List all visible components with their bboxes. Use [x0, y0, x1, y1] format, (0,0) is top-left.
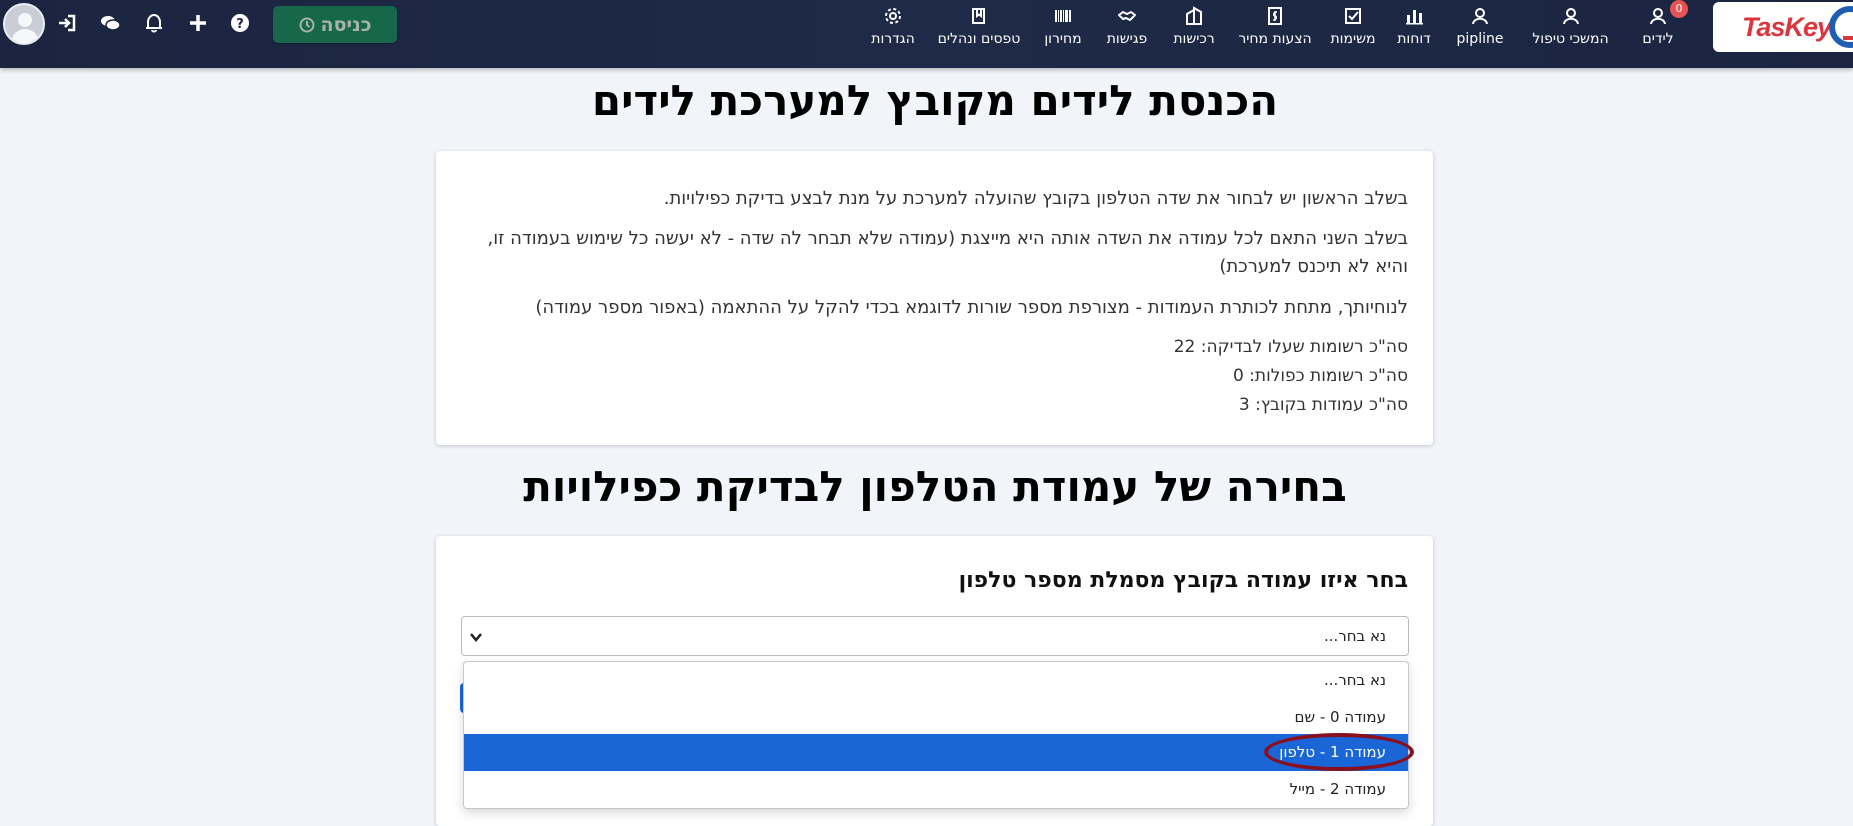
top-navbar: TasKey 0 לידים המשכי טיפול pipline דוחות…	[0, 0, 1853, 68]
nav-item-pipeline[interactable]: pipline	[1442, 0, 1518, 47]
nav-item-leads[interactable]: 0 לידים	[1623, 0, 1693, 47]
avatar-head	[18, 13, 32, 27]
avatar-body	[11, 29, 39, 43]
nav-item-tasks[interactable]: משימות	[1320, 0, 1386, 47]
select-current-value: נא בחר...	[1323, 627, 1386, 645]
instruction-note: לנוחיותך, מתחת לכותרת העמודות - מצורפת מ…	[535, 297, 1408, 318]
option-column-0-name[interactable]: עמודה 0 - שם	[464, 699, 1408, 736]
nav-item-pricelist[interactable]: מחירון	[1030, 0, 1096, 47]
stat-duplicate-records: סה"כ רשומות כפולות: 0	[1232, 366, 1408, 386]
svg-text:?: ?	[236, 17, 244, 32]
gear-icon	[885, 8, 901, 24]
stat-checked-records: סה"כ רשומות שעלו לבדיקה: 22	[1173, 337, 1408, 357]
brand-logo[interactable]: TasKey	[1713, 2, 1853, 52]
option-column-2-email[interactable]: עמודה 2 - מייל	[464, 771, 1408, 808]
checkbox-icon	[1345, 8, 1361, 24]
nav-item-label: הגדרות	[871, 31, 915, 47]
nav-item-label: המשכי טיפול	[1532, 31, 1609, 47]
nav-item-purchases[interactable]: רכישות	[1158, 0, 1230, 47]
stat-columns-in-file: סה"כ עמודות בקובץ: 3	[1238, 395, 1408, 415]
main-nav: 0 לידים המשכי טיפול pipline דוחות משימות…	[858, 0, 1693, 68]
nav-item-label: pipline	[1456, 31, 1504, 47]
select-dropdown-list: נא בחר... עמודה 0 - שם עמודה 1 - טלפון ע…	[463, 661, 1409, 809]
user-rings-icon	[1650, 8, 1666, 25]
help-icon[interactable]: ?	[229, 12, 251, 34]
building-icon	[1186, 6, 1202, 25]
nav-item-reports[interactable]: דוחות	[1386, 0, 1442, 47]
nav-item-quotes[interactable]: הצעות מחיר	[1230, 0, 1320, 47]
nav-item-settings[interactable]: הגדרות	[858, 0, 928, 47]
nav-item-label: דוחות	[1397, 31, 1431, 47]
nav-item-forms[interactable]: טפסים ונהלים	[928, 0, 1030, 47]
instruction-step-2: בשלב השני התאם לכל עמודה את השדה אותה הי…	[487, 228, 1408, 277]
login-icon[interactable]	[56, 12, 78, 34]
barcode-icon	[1055, 10, 1071, 22]
nav-item-handling-handlers[interactable]: המשכי טיפול	[1518, 0, 1623, 47]
document-dollar-icon	[1268, 7, 1282, 25]
phone-column-select[interactable]: נא בחר...	[461, 616, 1409, 656]
nav-item-label: פגישות	[1106, 31, 1148, 47]
user-rings-icon	[1472, 8, 1488, 25]
enter-button-label: כניסה	[320, 13, 372, 36]
section-title: בחירה של עמודת הטלפון לבדיקת כפילויות	[523, 462, 1347, 511]
page-title: הכנסת לידים מקובץ למערכת לידים	[591, 76, 1279, 125]
chat-icon[interactable]	[99, 12, 121, 34]
nav-item-label: רכישות	[1173, 31, 1215, 47]
handshake-icon	[1118, 11, 1136, 21]
logo-mark-icon	[1829, 6, 1853, 48]
brand-name: TasKey	[1741, 11, 1832, 42]
highlight-ring-annotation	[1264, 733, 1414, 771]
book-icon	[972, 8, 985, 24]
leads-count-badge: 0	[1670, 0, 1688, 18]
clock-icon	[299, 17, 315, 32]
nav-item-label: לידים	[1642, 31, 1674, 47]
nav-item-label: הצעות מחיר	[1238, 31, 1312, 47]
instruction-step-1: בשלב הראשון יש לבחור את שדה הטלפון בקובץ…	[663, 188, 1408, 209]
nav-item-label: טפסים ונהלים	[937, 31, 1021, 47]
plus-icon[interactable]	[187, 12, 209, 34]
bar-chart-icon	[1406, 10, 1423, 25]
nav-item-label: משימות	[1330, 31, 1376, 47]
bell-icon[interactable]	[143, 12, 165, 34]
select-label: בחר איזו עמודה בקובץ מסמלת מספר טלפון	[958, 568, 1408, 593]
instructions-card: בשלב הראשון יש לבחור את שדה הטלפון בקובץ…	[436, 151, 1433, 445]
chevron-down-icon	[470, 633, 482, 642]
user-rings-icon	[1562, 8, 1579, 25]
enter-button[interactable]: כניסה	[273, 6, 397, 43]
option-placeholder[interactable]: נא בחר...	[464, 662, 1408, 699]
nav-item-label: מחירון	[1044, 31, 1082, 47]
nav-item-meetings[interactable]: פגישות	[1096, 0, 1158, 47]
avatar[interactable]	[3, 3, 45, 45]
